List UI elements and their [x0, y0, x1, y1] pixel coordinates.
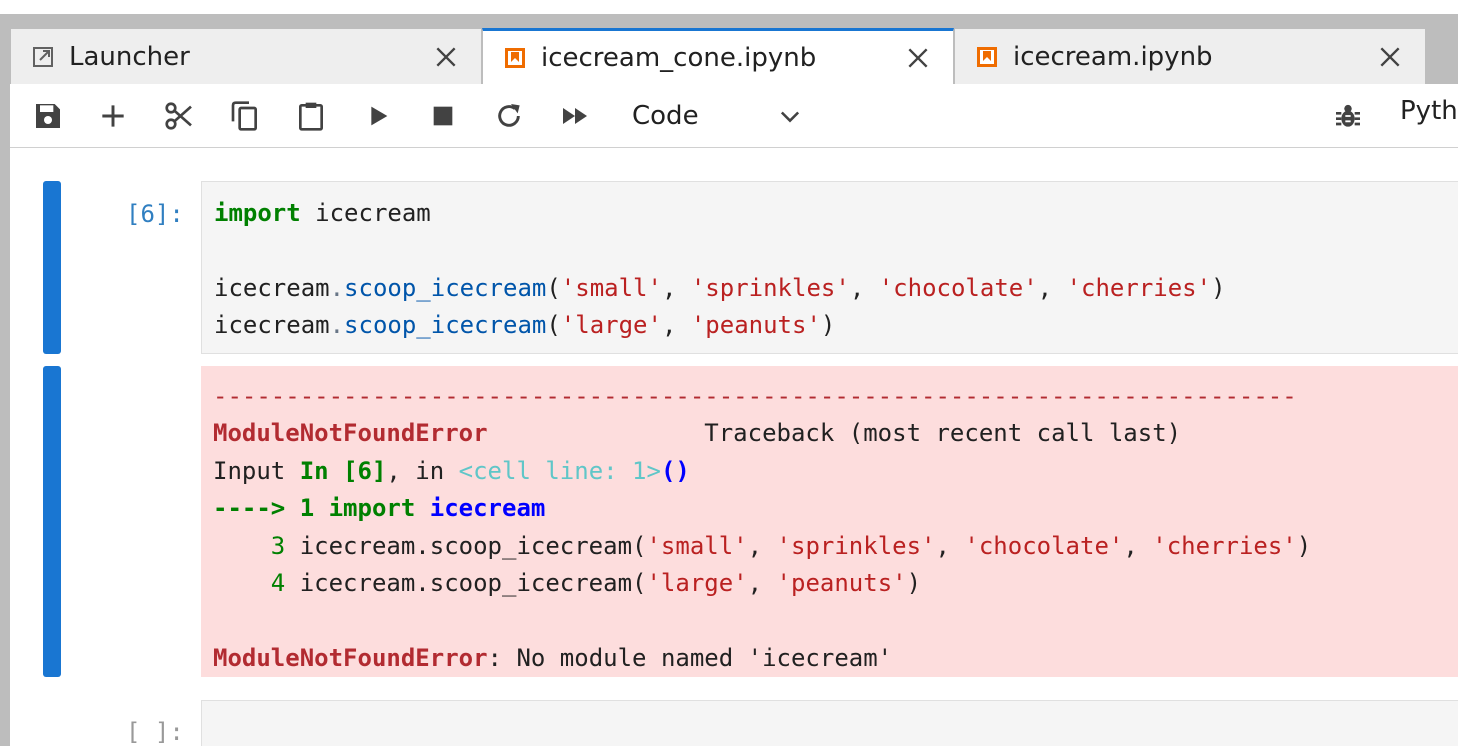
restart-icon[interactable] — [493, 100, 525, 132]
cell-type-label: Code — [632, 101, 699, 131]
tab-icecream-cone[interactable]: icecream_cone.ipynb — [482, 28, 954, 84]
traceback-line: 3 icecream.scoop_icecream('small', 'spri… — [270, 532, 1312, 560]
stop-icon[interactable] — [427, 100, 459, 132]
close-icon[interactable] — [433, 44, 459, 70]
tab-launcher[interactable]: Launcher — [10, 28, 482, 84]
run-icon[interactable] — [362, 100, 394, 132]
notebook-icon — [977, 46, 997, 67]
code-line: icecream.scoop_icecream('large', 'peanut… — [214, 311, 836, 339]
copy-icon[interactable] — [229, 100, 261, 132]
error-output: ----------------------------------------… — [201, 366, 1458, 677]
output-collapser[interactable] — [43, 366, 61, 677]
cell-collapser[interactable] — [43, 181, 61, 354]
close-icon[interactable] — [1377, 44, 1403, 70]
tab-icecream[interactable]: icecream.ipynb — [954, 28, 1426, 84]
fast-forward-icon[interactable] — [559, 100, 591, 132]
paste-icon[interactable] — [295, 100, 327, 132]
tab-bar: Launcher icecream_cone.ipynb icecream.ip… — [10, 28, 1426, 84]
code-cell-input[interactable]: import icecream icecream.scoop_icecream(… — [201, 181, 1458, 354]
tab-label: icecream.ipynb — [1013, 41, 1213, 72]
close-icon[interactable] — [905, 45, 931, 71]
input-prompt: [6]: — [126, 200, 184, 228]
traceback-divider: ----------------------------------------… — [213, 382, 1297, 410]
kernel-name[interactable]: Pyth — [1400, 96, 1458, 126]
debug-bug-icon[interactable] — [1332, 100, 1364, 132]
cut-icon[interactable] — [163, 100, 195, 132]
tab-label: Launcher — [69, 41, 190, 72]
window-top-band — [0, 0, 1458, 14]
traceback-arrow-line: ----> 1 import icecream — [213, 494, 546, 522]
traceback-line: 4 icecream.scoop_icecream('large', 'pean… — [270, 569, 922, 597]
notebook-panel: [6]: import icecream icecream.scoop_icec… — [10, 148, 1458, 746]
launcher-icon — [33, 46, 53, 67]
input-prompt: [ ]: — [126, 718, 184, 746]
cell-type-dropdown[interactable]: Code — [632, 94, 699, 138]
add-icon[interactable] — [97, 100, 129, 132]
notebook-toolbar: Code Pyth — [10, 84, 1458, 148]
chevron-down-icon[interactable] — [776, 102, 804, 130]
traceback-header: ModuleNotFoundError Traceback (most recen… — [213, 419, 1182, 447]
code-line: icecream.scoop_icecream('small', 'sprink… — [214, 274, 1226, 302]
code-cell-input[interactable] — [201, 700, 1458, 746]
code-line: import icecream — [214, 199, 431, 227]
traceback-input-line: Input In [6], in <cell line: 1>() — [213, 457, 690, 485]
save-icon[interactable] — [32, 100, 64, 132]
notebook-icon — [505, 47, 525, 68]
tab-label: icecream_cone.ipynb — [541, 42, 817, 73]
error-message: ModuleNotFoundError: No module named 'ic… — [213, 644, 893, 672]
